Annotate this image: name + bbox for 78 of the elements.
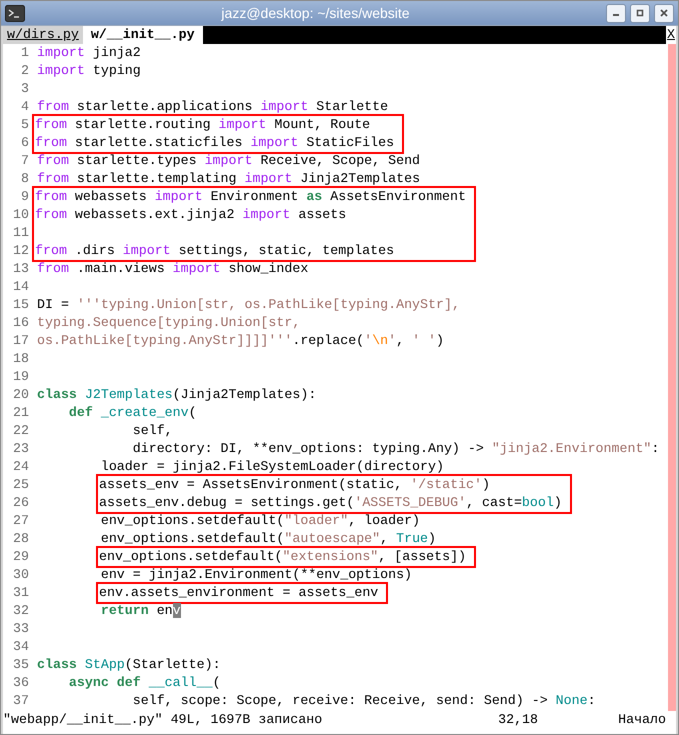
line-number: 28 bbox=[12, 530, 29, 548]
window-title: jazz@desktop: ~/sites/website bbox=[220, 4, 411, 23]
line-number: 9 bbox=[20, 188, 29, 206]
line-number: 37 bbox=[12, 692, 29, 710]
line-number: 30 bbox=[12, 566, 29, 584]
line-number: 11 bbox=[12, 224, 29, 242]
line-number: 21 bbox=[12, 404, 29, 422]
code-line: env_options.setdefault("autoescape", True) bbox=[100, 530, 436, 548]
code-line: from starlette.staticfiles import StaticFiles bbox=[35, 134, 394, 152]
line-number: 6 bbox=[20, 134, 29, 152]
code-line: return env bbox=[100, 602, 181, 620]
code-line: assets_env = AssetsEnvironment(static, '/static') bbox=[99, 476, 490, 494]
code-line: os.PathLike[typing.AnyStr]]]]'''.replace('\n', ' ') bbox=[37, 332, 444, 350]
code-line: env_options.setdefault("extensions", [assets]) bbox=[99, 548, 466, 566]
line-number: 20 bbox=[12, 386, 29, 404]
line-number: 15 bbox=[12, 296, 29, 314]
code-line: DI = '''typing.Union[str, os.PathLike[typing.AnyStr], bbox=[37, 296, 460, 314]
code-line: import jinja2 bbox=[37, 44, 141, 62]
status-message: "webapp/__init__.py" 49L, 1697B записано bbox=[3, 711, 324, 729]
code-line: from starlette.templating import Jinja2Templates bbox=[37, 170, 420, 188]
close-button[interactable] bbox=[654, 4, 674, 22]
close-icon bbox=[660, 9, 668, 17]
line-number: 4 bbox=[20, 98, 29, 116]
code-line: directory: DI, **env_options: typing.Any) -> "jinja2.Environment": bbox=[132, 440, 660, 458]
code-line: def _create_env( bbox=[68, 404, 197, 422]
line-number: 26 bbox=[12, 494, 29, 512]
code-line: class StApp(Starlette): bbox=[37, 656, 221, 674]
file-tab[interactable]: w/dirs.py bbox=[3, 26, 83, 44]
line-number: 22 bbox=[12, 422, 29, 440]
scroll-position: Начало bbox=[618, 711, 667, 729]
cursor-position: 32,18 bbox=[498, 711, 540, 729]
line-number: 5 bbox=[20, 116, 29, 134]
line-number: 19 bbox=[12, 368, 29, 386]
code-line: from starlette.applications import Starlette bbox=[37, 98, 388, 116]
code-line: from webassets.ext.jinja2 import assets bbox=[35, 206, 346, 224]
code-line: typing.Sequence[typing.Union[str, bbox=[37, 314, 300, 332]
terminal-icon bbox=[5, 4, 25, 22]
code-line: loader = jinja2.FileSystemLoader(directory) bbox=[100, 458, 444, 476]
code-line: self, bbox=[132, 422, 173, 440]
line-number: 31 bbox=[12, 584, 29, 602]
maximize-icon bbox=[636, 9, 644, 17]
code-line: assets_env.debug = settings.get('ASSETS_DEBUG', cast=bool) bbox=[99, 494, 562, 512]
line-number: 29 bbox=[12, 548, 29, 566]
line-number: 18 bbox=[12, 350, 29, 368]
line-number: 23 bbox=[12, 440, 29, 458]
maximize-button[interactable] bbox=[630, 4, 650, 22]
line-number: 8 bbox=[20, 170, 29, 188]
line-number: 1 bbox=[20, 44, 29, 62]
line-number: 7 bbox=[20, 152, 29, 170]
line-number: 32 bbox=[12, 602, 29, 620]
line-number: 2 bbox=[20, 62, 29, 80]
line-number: 13 bbox=[12, 260, 29, 278]
line-number: 25 bbox=[12, 476, 29, 494]
code-line: from .dirs import settings, static, templates bbox=[35, 242, 394, 260]
minimize-button[interactable] bbox=[606, 4, 626, 22]
line-number: 27 bbox=[12, 512, 29, 530]
line-number: 35 bbox=[12, 656, 29, 674]
line-number: 14 bbox=[12, 278, 29, 296]
code-line: from starlette.types import Receive, Scope, Send bbox=[37, 152, 420, 170]
code-line: env = jinja2.Environment(**env_options) bbox=[100, 566, 412, 584]
code-line: self, scope: Scope, receive: Receive, send: Send) -> None: bbox=[132, 692, 596, 710]
code-line: class J2Templates(Jinja2Templates): bbox=[37, 386, 316, 404]
line-number: 36 bbox=[12, 674, 29, 692]
line-number: 12 bbox=[12, 242, 29, 260]
code-line: env_options.setdefault("loader", loader) bbox=[100, 512, 420, 530]
line-number: 16 bbox=[12, 314, 29, 332]
line-number: 10 bbox=[12, 206, 29, 224]
line-number: 17 bbox=[12, 332, 29, 350]
code-line: import typing bbox=[37, 62, 141, 80]
line-number: 33 bbox=[12, 620, 29, 638]
code-line: from webassets import Environment as AssetsEnvironment bbox=[35, 188, 466, 206]
code-line: async def __call__( bbox=[68, 674, 221, 692]
line-number: 3 bbox=[20, 80, 29, 98]
code-line: from starlette.routing import Mount, Route bbox=[35, 116, 370, 134]
code-line: from .main.views import show_index bbox=[37, 260, 308, 278]
line-number: 24 bbox=[12, 458, 29, 476]
line-number: 34 bbox=[12, 638, 29, 656]
code-line: env.assets_environment = assets_env bbox=[99, 584, 378, 602]
